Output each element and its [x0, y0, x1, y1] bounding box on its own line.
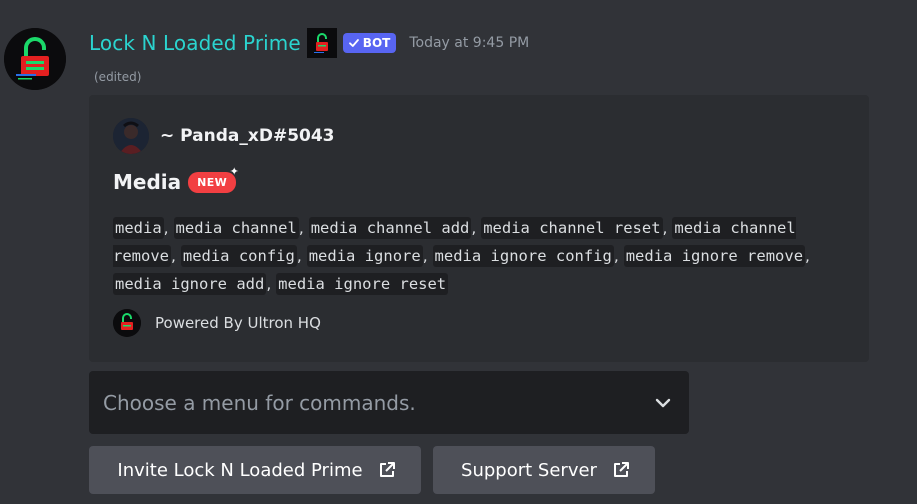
command-code: media ignore config: [432, 245, 614, 267]
command-separator: ,: [163, 219, 174, 237]
check-icon: [348, 39, 359, 47]
author-avatar: [113, 118, 149, 154]
support-server-button[interactable]: Support Server: [433, 446, 655, 494]
embed: ~ Panda_xD#5043 Media NEW ✦ media, media…: [89, 95, 869, 362]
command-code: media ignore remove: [623, 245, 806, 267]
chevron-down-icon: [655, 398, 671, 407]
bot-badge-label: BOT: [362, 36, 391, 50]
command-code: media ignore: [306, 245, 423, 267]
command-code: media channel reset: [481, 217, 663, 239]
external-link-icon: [613, 462, 629, 477]
select-placeholder: Choose a menu for commands.: [103, 390, 416, 415]
invite-button-label: Invite Lock N Loaded Prime: [117, 459, 363, 481]
command-separator: ,: [422, 247, 433, 265]
external-link-icon: [379, 462, 395, 477]
username[interactable]: Lock N Loaded Prime: [89, 31, 301, 55]
embed-title-text: Media: [113, 170, 182, 194]
command-separator: ,: [296, 247, 307, 265]
command-separator: ,: [298, 219, 309, 237]
new-badge-label: NEW: [197, 175, 228, 189]
commands-select-menu[interactable]: Choose a menu for commands.: [89, 371, 689, 434]
command-code: media ignore add: [113, 273, 267, 295]
command-code: media channel add: [308, 217, 472, 239]
command-separator: ,: [805, 247, 810, 265]
author-name: ~ Panda_xD#5043: [160, 126, 335, 146]
message-header: Lock N Loaded Prime BOT Today at 9:45 PM: [89, 28, 529, 58]
sparkle-icon: ✦: [229, 164, 240, 178]
footer-logo-icon: [113, 309, 141, 337]
new-badge: NEW ✦: [188, 165, 239, 193]
command-separator: ,: [266, 275, 277, 293]
embed-footer: Powered By Ultron HQ: [113, 309, 321, 337]
command-separator: ,: [471, 219, 482, 237]
invite-button[interactable]: Invite Lock N Loaded Prime: [89, 446, 421, 494]
footer-text: Powered By Ultron HQ: [155, 314, 321, 332]
chat-message: Lock N Loaded Prime BOT Today at 9:45 PM…: [0, 0, 917, 504]
command-code: media: [113, 217, 164, 239]
timestamp[interactable]: Today at 9:45 PM: [409, 35, 529, 51]
command-code: media channel: [173, 217, 299, 239]
role-icon: [306, 28, 337, 58]
embed-title: Media NEW ✦: [113, 165, 239, 195]
bot-avatar[interactable]: [4, 28, 66, 90]
embed-author: ~ Panda_xD#5043: [113, 118, 335, 154]
command-separator: ,: [662, 219, 673, 237]
command-separator: ,: [171, 247, 181, 265]
command-code: media config: [180, 245, 297, 267]
support-button-label: Support Server: [461, 459, 597, 481]
edited-indicator: (edited): [94, 70, 142, 84]
command-list: media, media channel, media channel add,…: [113, 214, 853, 298]
padlock-logo-icon: [4, 28, 66, 90]
bot-badge: BOT: [342, 33, 397, 53]
command-code: media ignore reset: [276, 273, 449, 295]
command-separator: ,: [613, 247, 624, 265]
